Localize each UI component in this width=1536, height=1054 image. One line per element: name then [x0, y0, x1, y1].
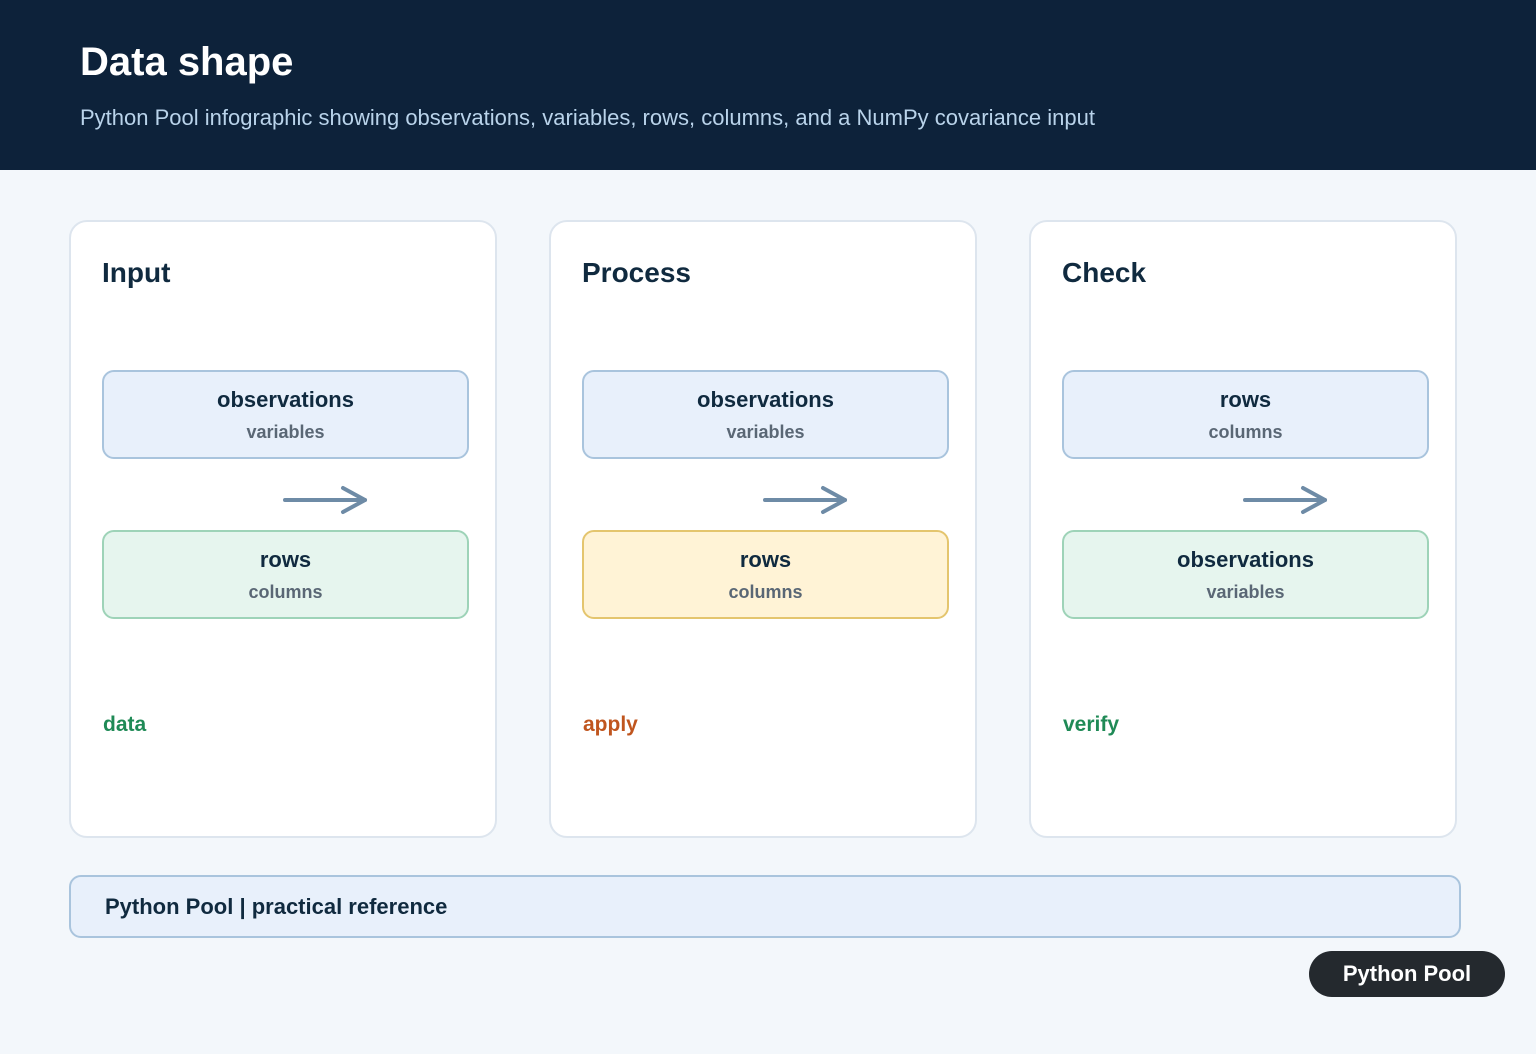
panel-input: Input observations variables rows column… [69, 220, 497, 838]
box-main-label: observations [697, 387, 834, 412]
arrow-right-icon [763, 486, 847, 514]
box-sub-label: columns [728, 582, 803, 602]
panel-tag: apply [583, 713, 638, 736]
box-sub-label: variables [1206, 582, 1285, 602]
arrow-right-icon [283, 486, 367, 514]
panel-title: Check [1062, 257, 1147, 288]
top-box: observations variables [102, 370, 469, 459]
box-main-label: observations [217, 387, 354, 412]
box-main-label: observations [1177, 547, 1314, 572]
panel-title: Input [102, 257, 171, 288]
box-main-label: rows [1219, 387, 1272, 412]
footer-reference-bar: Python Pool | practical reference [69, 875, 1461, 938]
arrow-right-icon [1243, 486, 1327, 514]
page-title: Data shape [80, 40, 294, 84]
panel-tag: data [103, 713, 147, 736]
box-sub-label: variables [246, 422, 325, 442]
box-main-label: rows [739, 547, 792, 572]
bottom-box: rows columns [102, 530, 469, 619]
panel-tag: verify [1063, 713, 1120, 736]
brand-badge[interactable]: Python Pool [1309, 951, 1505, 997]
box-main-label: rows [259, 547, 312, 572]
box-sub-label: columns [248, 582, 323, 602]
top-box: rows columns [1062, 370, 1429, 459]
bottom-box: observations variables [1062, 530, 1429, 619]
box-sub-label: columns [1208, 422, 1283, 442]
header-banner: Data shape Python Pool infographic showi… [0, 0, 1536, 170]
panel-title: Process [582, 257, 691, 288]
panel-check: Check rows columns observations variable… [1029, 220, 1457, 838]
bottom-box: rows columns [582, 530, 949, 619]
top-box: observations variables [582, 370, 949, 459]
page-subtitle: Python Pool infographic showing observat… [80, 105, 1095, 130]
footer-text: Python Pool | practical reference [105, 894, 448, 919]
box-sub-label: variables [726, 422, 805, 442]
panel-process: Process observations variables rows colu… [549, 220, 977, 838]
